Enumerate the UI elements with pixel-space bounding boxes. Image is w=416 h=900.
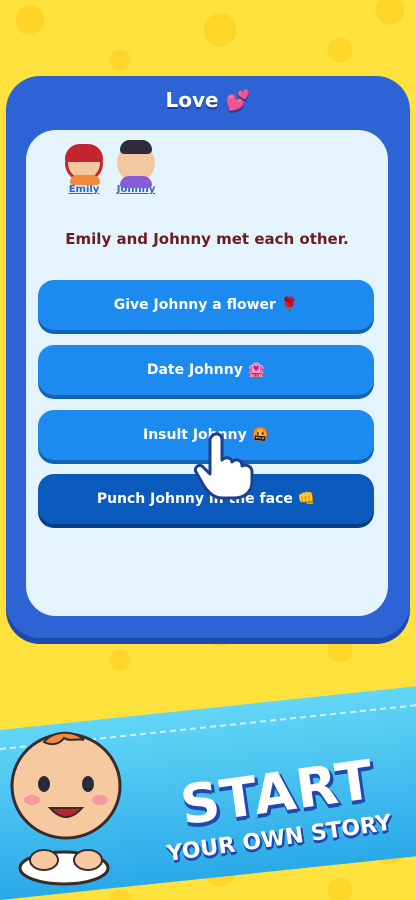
story-panel: Emily Johnny Emily and Johnny met each o… [26, 130, 388, 616]
avatar-emily[interactable]: Emily [60, 144, 108, 195]
choice-button-date[interactable]: Date Johnny 🏩 [38, 345, 374, 395]
avatar-johnny[interactable]: Johnny [112, 140, 160, 195]
johnny-avatar-icon [117, 140, 155, 188]
avatar-name-emily: Emily [68, 184, 100, 195]
emily-avatar-icon [65, 144, 103, 185]
choice-button-flower[interactable]: Give Johnny a flower 🌹 [38, 280, 374, 330]
story-text: Emily and Johnny met each other. [65, 230, 349, 248]
story-card: Love 💕 Emily Johnny Emily and Johnny met… [6, 76, 410, 638]
baby-icon [10, 731, 122, 886]
hand-pointer-icon [194, 432, 254, 500]
story-title: Love 💕 [165, 88, 251, 112]
